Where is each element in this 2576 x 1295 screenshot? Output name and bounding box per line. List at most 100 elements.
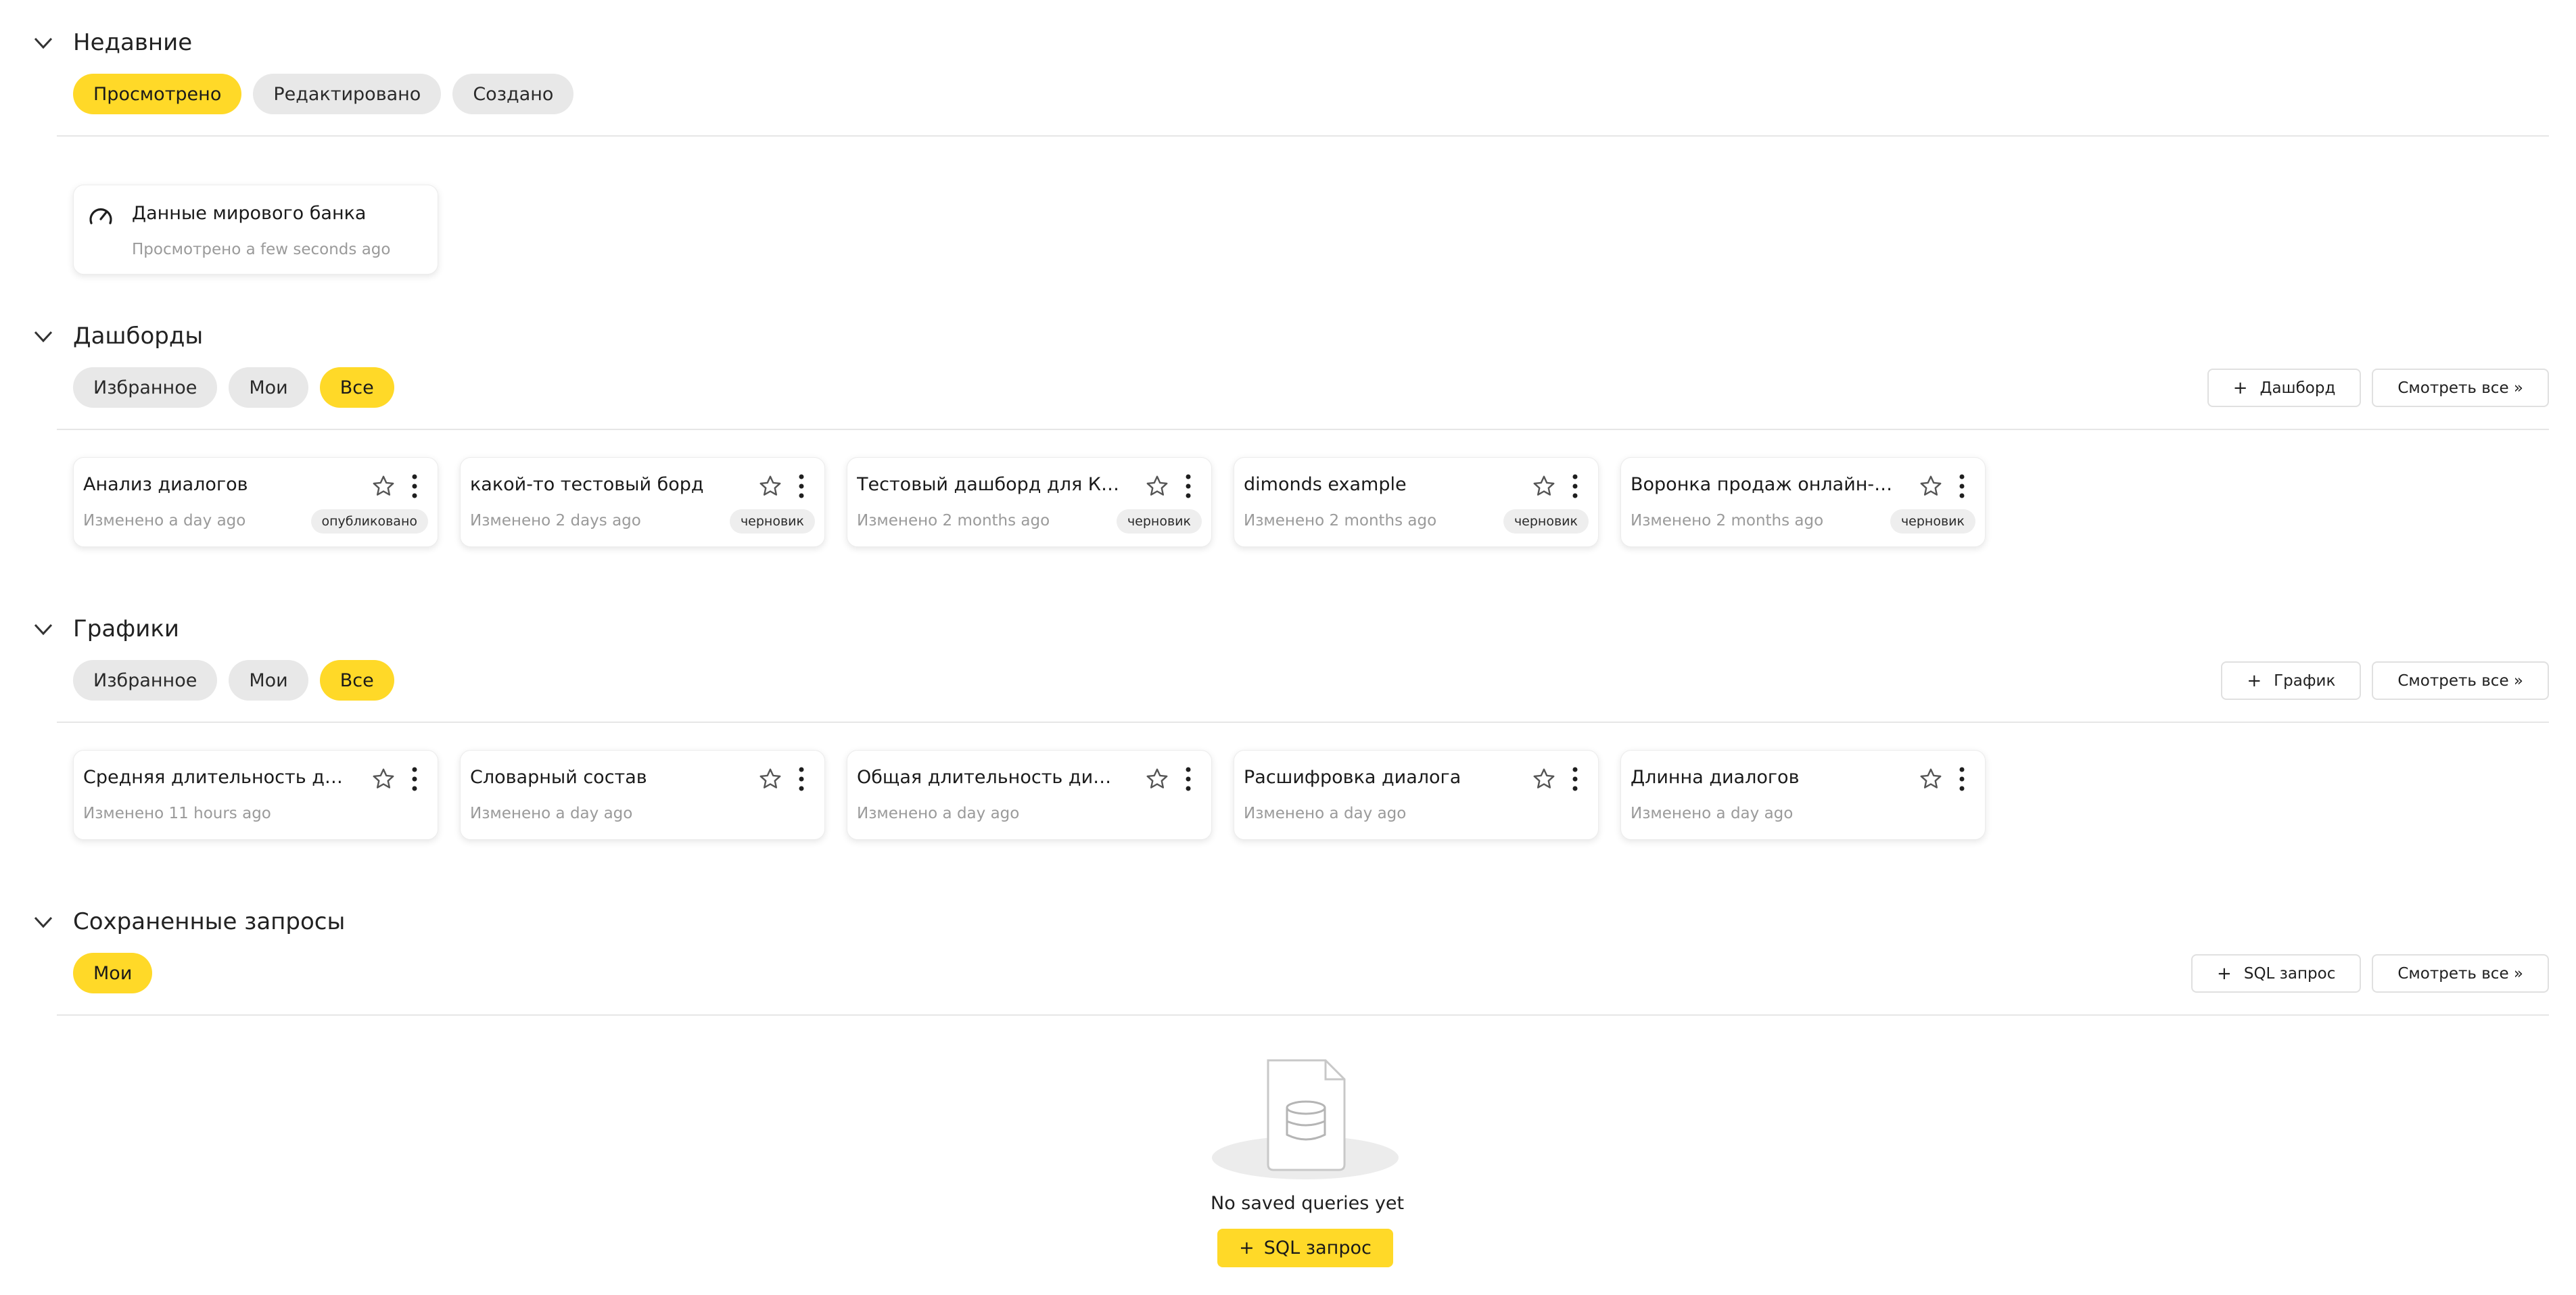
tab-mine[interactable]: Мои xyxy=(229,660,308,701)
home-page: Недавние Просмотрено Редактировано Созда… xyxy=(0,0,2576,1295)
recent-section-header[interactable]: Недавние xyxy=(30,22,192,63)
card-title: Данные мирового банка xyxy=(132,203,367,224)
card-subtitle: Изменено a day ago xyxy=(857,805,1020,822)
chart-card[interactable]: Длинна диалогов Изменено a day ago xyxy=(1620,750,1986,840)
card-subtitle: Изменено 2 days ago xyxy=(470,512,641,529)
star-icon[interactable] xyxy=(371,767,396,791)
card-title: Анализ диалогов xyxy=(83,474,248,495)
view-all-dashboards-button[interactable]: Смотреть все » xyxy=(2372,369,2549,407)
chart-card[interactable]: Средняя длительность диал... Изменено 11… xyxy=(73,750,438,840)
dashboard-card[interactable]: Анализ диалогов Изменено a day ago опубл… xyxy=(73,457,438,547)
more-vertical-icon[interactable] xyxy=(796,473,807,500)
view-all-charts-button[interactable]: Смотреть все » xyxy=(2372,661,2549,700)
more-vertical-icon[interactable] xyxy=(1570,766,1580,793)
add-dashboard-button[interactable]: + Дашборд xyxy=(2207,369,2362,407)
star-icon[interactable] xyxy=(1145,767,1169,791)
chart-card[interactable]: Расшифровка диалога Изменено a day ago xyxy=(1234,750,1599,840)
button-label: Дашборд xyxy=(2259,379,2336,397)
card-title: Воронка продаж онлайн-шко... xyxy=(1631,474,1894,495)
section-divider xyxy=(57,135,2549,137)
recent-item-card[interactable]: Данные мирового банка Просмотрено a few … xyxy=(73,185,438,275)
section-divider xyxy=(57,429,2549,430)
add-chart-button[interactable]: + График xyxy=(2221,661,2362,700)
charts-actions: + График Смотреть все » xyxy=(2221,661,2549,700)
chart-cards: Средняя длительность диал... Изменено 11… xyxy=(73,750,1986,840)
tab-created[interactable]: Создано xyxy=(452,74,574,114)
chart-card[interactable]: Общая длительность диалог... Изменено a … xyxy=(847,750,1212,840)
more-vertical-icon[interactable] xyxy=(1570,473,1580,500)
plus-icon: + xyxy=(1239,1238,1255,1258)
star-icon[interactable] xyxy=(1145,474,1169,498)
tab-viewed[interactable]: Просмотрено xyxy=(73,74,242,114)
chevron-down-icon xyxy=(34,916,53,928)
chart-card[interactable]: Словарный состав Изменено a day ago xyxy=(460,750,825,840)
dashboards-filter-tabs: Избранное Мои Все xyxy=(73,367,394,408)
dashboard-cards: Анализ диалогов Изменено a day ago опубл… xyxy=(73,457,1986,547)
more-vertical-icon[interactable] xyxy=(409,766,420,793)
plus-icon: + xyxy=(2217,963,2232,984)
more-vertical-icon[interactable] xyxy=(1957,473,1967,500)
dashboard-card[interactable]: dimonds example Изменено 2 months ago че… xyxy=(1234,457,1599,547)
button-label: SQL запрос xyxy=(1263,1238,1372,1258)
dashboard-card[interactable]: Воронка продаж онлайн-шко... Изменено 2 … xyxy=(1620,457,1986,547)
dashboards-section-header[interactable]: Дашборды xyxy=(30,316,203,356)
card-title: Длинна диалогов xyxy=(1631,767,1800,788)
card-subtitle: Изменено 2 months ago xyxy=(1244,512,1437,529)
tab-edited[interactable]: Редактировано xyxy=(253,74,442,114)
charts-section-header[interactable]: Графики xyxy=(30,609,179,649)
add-sql-query-button[interactable]: + SQL запрос xyxy=(2191,954,2362,993)
star-icon[interactable] xyxy=(1532,474,1556,498)
card-title: Расшифровка диалога xyxy=(1244,767,1461,788)
plus-icon: + xyxy=(2232,377,2248,398)
star-icon[interactable] xyxy=(758,474,782,498)
empty-state: No saved queries yet + SQL запрос xyxy=(1211,1055,1404,1267)
chevron-down-icon xyxy=(34,331,53,343)
gauge-icon xyxy=(89,208,112,225)
more-vertical-icon[interactable] xyxy=(409,473,420,500)
view-all-queries-button[interactable]: Смотреть все » xyxy=(2372,954,2549,993)
tab-favorites[interactable]: Избранное xyxy=(73,660,218,701)
card-subtitle: Просмотрено a few seconds ago xyxy=(132,241,391,258)
section-title: Недавние xyxy=(73,29,193,56)
more-vertical-icon[interactable] xyxy=(1183,473,1194,500)
recent-filter-tabs: Просмотрено Редактировано Создано xyxy=(73,74,574,114)
button-label: SQL запрос xyxy=(2243,964,2336,983)
chevron-down-icon xyxy=(34,623,53,636)
tab-favorites[interactable]: Избранное xyxy=(73,367,218,408)
section-title: Графики xyxy=(73,615,179,642)
tab-all[interactable]: Все xyxy=(319,367,394,408)
star-icon[interactable] xyxy=(1919,767,1943,791)
card-subtitle: Изменено 11 hours ago xyxy=(83,805,271,822)
star-icon[interactable] xyxy=(1919,474,1943,498)
status-badge: опубликовано xyxy=(310,509,428,534)
section-divider xyxy=(57,1014,2549,1016)
empty-database-file-icon xyxy=(1212,1059,1399,1179)
more-vertical-icon[interactable] xyxy=(796,766,807,793)
status-badge: черновик xyxy=(729,509,815,534)
section-title: Дашборды xyxy=(73,323,204,350)
card-subtitle: Изменено a day ago xyxy=(1631,805,1794,822)
more-vertical-icon[interactable] xyxy=(1957,766,1967,793)
card-subtitle: Изменено 2 months ago xyxy=(857,512,1050,529)
dashboard-card[interactable]: Тестовый дашборд для КСК Изменено 2 mont… xyxy=(847,457,1212,547)
create-sql-query-button[interactable]: + SQL запрос xyxy=(1217,1229,1393,1267)
more-vertical-icon[interactable] xyxy=(1183,766,1194,793)
tab-all[interactable]: Все xyxy=(319,660,394,701)
saved-queries-section-header[interactable]: Сохраненные запросы xyxy=(30,901,345,942)
saved-queries-actions: + SQL запрос Смотреть все » xyxy=(2191,954,2549,993)
star-icon[interactable] xyxy=(758,767,782,791)
card-title: Словарный состав xyxy=(470,767,647,788)
plus-icon: + xyxy=(2247,670,2262,691)
star-icon[interactable] xyxy=(1532,767,1556,791)
card-subtitle: Изменено a day ago xyxy=(83,512,246,529)
dashboards-actions: + Дашборд Смотреть все » xyxy=(2207,369,2549,407)
dashboard-card[interactable]: какой-то тестовый борд Изменено 2 days a… xyxy=(460,457,825,547)
tab-mine[interactable]: Мои xyxy=(73,953,153,993)
tab-mine[interactable]: Мои xyxy=(229,367,308,408)
chevron-down-icon xyxy=(34,37,53,49)
star-icon[interactable] xyxy=(371,474,396,498)
button-label: График xyxy=(2274,672,2336,690)
charts-filter-tabs: Избранное Мои Все xyxy=(73,660,394,701)
card-title: Общая длительность диалог... xyxy=(857,767,1121,788)
card-title: Тестовый дашборд для КСК xyxy=(857,474,1121,495)
